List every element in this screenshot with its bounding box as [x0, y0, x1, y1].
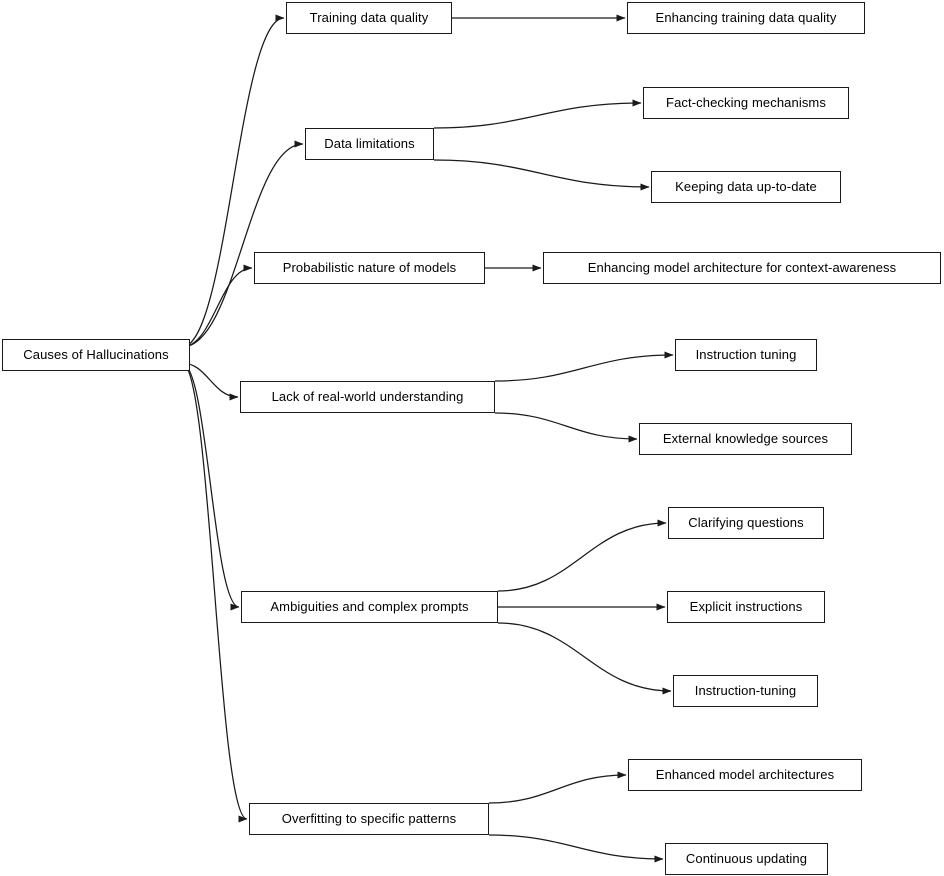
node-continuous-updating[interactable]: Continuous updating: [665, 843, 828, 875]
connector-edge: [497, 519, 667, 592]
node-ambiguities-and-complex-prompts[interactable]: Ambiguities and complex prompts: [241, 591, 498, 623]
node-instruction-tuning-2[interactable]: Instruction-tuning: [673, 675, 818, 707]
node-label: Instruction-tuning: [694, 682, 797, 698]
node-explicit-instructions[interactable]: Explicit instructions: [667, 591, 825, 623]
node-probabilistic-nature-of-models[interactable]: Probabilistic nature of models: [254, 252, 485, 284]
node-keeping-data-up-to-date[interactable]: Keeping data up-to-date: [651, 171, 841, 203]
node-label: Keeping data up-to-date: [675, 178, 817, 194]
connector-edge: [488, 771, 627, 804]
node-label: Training data quality: [309, 9, 429, 25]
connector-edge: [497, 622, 672, 695]
node-label: Enhanced model architectures: [655, 766, 835, 782]
mind-map-diagram: Causes of Hallucinations Training data qu…: [0, 0, 944, 876]
connector-edge: [433, 99, 642, 129]
node-label: Data limitations: [324, 135, 415, 151]
connector-edge: [494, 412, 638, 443]
node-label: Lack of real-world understanding: [271, 388, 464, 404]
node-overfitting-to-specific-patterns[interactable]: Overfitting to specific patterns: [249, 803, 489, 835]
connector-edge: [181, 14, 285, 348]
connector-edge: [494, 351, 674, 382]
connector-edge: [181, 362, 248, 823]
node-label: Probabilistic nature of models: [282, 259, 457, 275]
node-label: Clarifying questions: [688, 514, 804, 530]
node-label: Instruction tuning: [695, 346, 797, 362]
node-clarifying-questions[interactable]: Clarifying questions: [668, 507, 824, 539]
node-data-limitations[interactable]: Data limitations: [305, 128, 434, 160]
node-external-knowledge-sources[interactable]: External knowledge sources: [639, 423, 852, 455]
node-label: Ambiguities and complex prompts: [270, 598, 469, 614]
node-label: Causes of Hallucinations: [23, 346, 169, 362]
node-training-data-quality[interactable]: Training data quality: [286, 2, 452, 34]
connector-edge: [488, 834, 664, 863]
node-fact-checking-mechanisms[interactable]: Fact-checking mechanisms: [643, 87, 849, 119]
node-label: Overfitting to specific patterns: [281, 810, 457, 826]
connector-edge: [181, 264, 253, 348]
node-enhancing-training-data-quality[interactable]: Enhancing training data quality: [627, 2, 865, 34]
connector-edge: [433, 159, 650, 191]
node-label: Fact-checking mechanisms: [666, 94, 826, 110]
connector-edge: [181, 140, 304, 348]
connector-edge: [181, 362, 240, 611]
node-instruction-tuning[interactable]: Instruction tuning: [675, 339, 817, 371]
connector-edge: [181, 362, 239, 401]
node-root[interactable]: Causes of Hallucinations: [2, 339, 190, 371]
node-enhanced-model-architectures[interactable]: Enhanced model architectures: [628, 759, 862, 791]
node-label: External knowledge sources: [662, 430, 829, 446]
node-label: Enhancing training data quality: [655, 9, 837, 25]
node-lack-of-real-world-understanding[interactable]: Lack of real-world understanding: [240, 381, 495, 413]
node-enhancing-model-architecture-for-context-awareness[interactable]: Enhancing model architecture for context…: [543, 252, 941, 284]
node-label: Explicit instructions: [689, 598, 803, 614]
node-label: Enhancing model architecture for context…: [587, 259, 897, 275]
node-label: Continuous updating: [685, 850, 808, 866]
